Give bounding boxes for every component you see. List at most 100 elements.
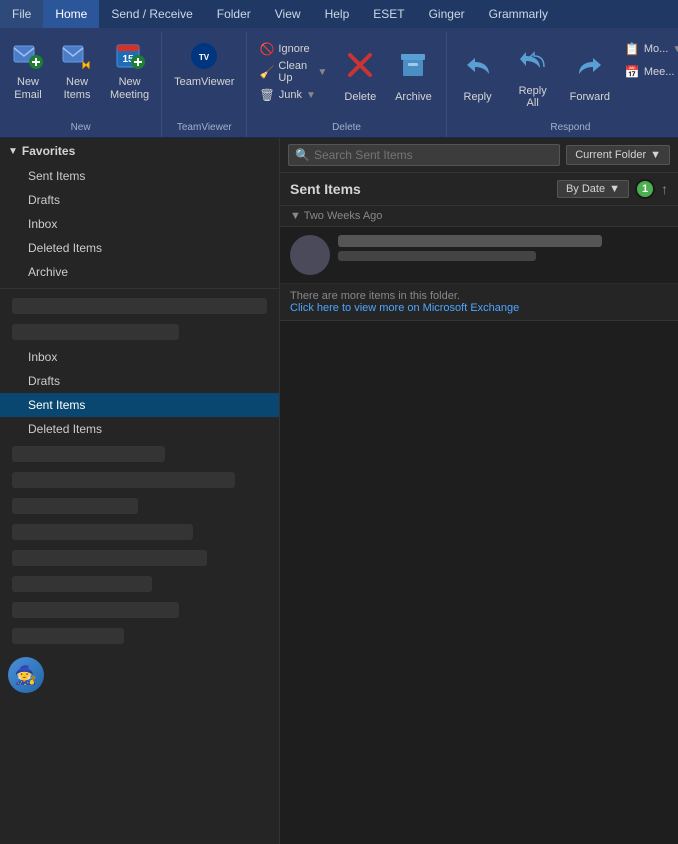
sidebar-item-deleted[interactable]: Deleted Items: [0, 236, 279, 260]
blurred-row-5: [12, 498, 138, 514]
new-email-button[interactable]: New Email: [6, 36, 50, 116]
forward-icon: [575, 50, 605, 87]
archive-button[interactable]: Archive: [387, 36, 439, 116]
sidebar-item-drafts2[interactable]: Drafts: [0, 369, 279, 393]
teamviewer-group-label: TeamViewer: [168, 120, 240, 137]
new-email-icon: [12, 40, 44, 72]
sidebar-item-sent2[interactable]: Sent Items: [0, 393, 279, 417]
archive-icon: [398, 50, 428, 87]
favorites-label: Favorites: [22, 144, 75, 158]
more-respond-button[interactable]: 📋 Mo... ▼: [619, 38, 678, 60]
reply-all-label: Reply All: [515, 85, 551, 109]
watermark-area: 🧙: [0, 649, 279, 701]
sidebar-item-inbox[interactable]: Inbox: [0, 212, 279, 236]
email-date-group: ▼ Two Weeks Ago: [280, 206, 678, 227]
blurred-row-1: [12, 298, 267, 314]
menu-view[interactable]: View: [263, 0, 313, 28]
search-bar: 🔍 Current Folder ▼: [280, 138, 678, 173]
teamviewer-label: TeamViewer: [174, 76, 234, 89]
menu-bar: File Home Send / Receive Folder View Hel…: [0, 0, 678, 28]
ignore-button[interactable]: 🚫 Ignore: [253, 38, 333, 60]
more-label: Mo...: [644, 43, 668, 55]
ribbon-new-items: New Email New Items 15: [6, 36, 155, 120]
search-scope-dropdown[interactable]: Current Folder ▼: [566, 145, 670, 165]
email-item-1[interactable]: [280, 227, 678, 284]
menu-ginger[interactable]: Ginger: [417, 0, 477, 28]
menu-help[interactable]: Help: [313, 0, 362, 28]
cleanup-icon: 🧹: [259, 65, 274, 79]
reply-icon: [463, 50, 493, 87]
favorites-header[interactable]: ▼ Favorites: [0, 138, 279, 164]
new-meeting-icon: 15: [114, 40, 146, 72]
content-area: 🔍 Current Folder ▼ Sent Items By Date ▼ …: [280, 138, 678, 844]
search-scope-label: Current Folder: [575, 149, 646, 161]
watermark-icon: 🧙: [8, 657, 44, 693]
ribbon: New Email New Items 15: [0, 28, 678, 138]
forward-button[interactable]: Forward: [563, 36, 617, 116]
search-input-wrap[interactable]: 🔍: [288, 144, 560, 166]
reply-label: Reply: [464, 91, 492, 103]
svg-text:TV: TV: [199, 53, 210, 62]
junk-button[interactable]: 🗑 Junk ▼: [253, 84, 333, 106]
delete-button[interactable]: Delete: [335, 36, 385, 116]
menu-grammarly[interactable]: Grammarly: [477, 0, 560, 28]
sort-label: By Date: [566, 183, 605, 195]
new-meeting-label: New Meeting: [110, 76, 149, 102]
folder-header: Sent Items By Date ▼ 1 ↑: [280, 173, 678, 206]
reply-all-icon: [518, 44, 548, 81]
ribbon-group-new: New Email New Items 15: [0, 32, 162, 137]
archive-label: Archive: [395, 91, 432, 103]
sidebar-item-archive[interactable]: Archive: [0, 260, 279, 284]
meeting-icon: 📅: [625, 65, 640, 79]
email-sender-1: [338, 235, 668, 247]
menu-folder[interactable]: Folder: [205, 0, 263, 28]
menu-home[interactable]: Home: [43, 0, 99, 28]
sidebar-item-sent[interactable]: Sent Items: [0, 164, 279, 188]
meeting-label: Mee...: [644, 66, 675, 78]
sort-button[interactable]: By Date ▼: [557, 180, 629, 198]
sidebar-item-drafts[interactable]: Drafts: [0, 188, 279, 212]
meeting-respond-button[interactable]: 📅 Mee...: [619, 61, 678, 83]
menu-eset[interactable]: ESET: [361, 0, 416, 28]
new-meeting-button[interactable]: 15 New Meeting: [104, 36, 155, 116]
ribbon-group-delete: 🚫 Ignore 🧹 Clean Up ▼ 🗑 Junk ▼: [247, 32, 446, 137]
sort-direction-button[interactable]: ↑: [661, 181, 668, 197]
click-here-link[interactable]: Click here to view more on Microsoft Exc…: [290, 302, 519, 314]
reply-all-button[interactable]: Reply All: [505, 36, 561, 116]
ribbon-group-respond: Reply Reply All Forward: [447, 32, 678, 137]
delete-label: Delete: [344, 91, 376, 103]
blurred-row-3: [12, 446, 165, 462]
menu-send-receive[interactable]: Send / Receive: [99, 0, 204, 28]
email-subject-1: [338, 247, 668, 261]
blurred-row-2: [12, 324, 179, 340]
menu-file[interactable]: File: [0, 0, 43, 28]
new-items-icon: [61, 40, 93, 72]
new-group-label: New: [6, 120, 155, 137]
more-icon: 📋: [625, 42, 640, 56]
folder-title: Sent Items: [290, 181, 361, 197]
respond-group-label: Respond: [453, 120, 678, 137]
junk-label: Junk: [279, 89, 302, 101]
teamviewer-button[interactable]: TV TeamViewer: [168, 36, 240, 116]
search-icon: 🔍: [295, 148, 310, 162]
teamviewer-icon: TV: [188, 40, 220, 72]
sort-badge: 1: [635, 179, 655, 199]
forward-label: Forward: [570, 91, 610, 103]
cleanup-button[interactable]: 🧹 Clean Up ▼: [253, 61, 333, 83]
blurred-row-10: [12, 628, 124, 644]
new-items-button[interactable]: New Items: [52, 36, 102, 116]
search-input[interactable]: [314, 148, 553, 162]
sort-dropdown-arrow: ▼: [609, 183, 620, 195]
email-list: ▼ Two Weeks Ago There are more items in …: [280, 206, 678, 844]
more-items-bar: There are more items in this folder. Cli…: [280, 284, 678, 321]
search-scope-arrow: ▼: [650, 149, 661, 161]
email-avatar-1: [290, 235, 330, 275]
sidebar-item-inbox2[interactable]: Inbox: [0, 345, 279, 369]
new-items-label: New Items: [58, 76, 96, 102]
blurred-row-6: [12, 524, 193, 540]
reply-button[interactable]: Reply: [453, 36, 503, 116]
sidebar-item-deleted2[interactable]: Deleted Items: [0, 417, 279, 441]
blurred-row-9: [12, 602, 179, 618]
sidebar-divider-1: [0, 288, 279, 289]
delete-icon: [345, 50, 375, 87]
